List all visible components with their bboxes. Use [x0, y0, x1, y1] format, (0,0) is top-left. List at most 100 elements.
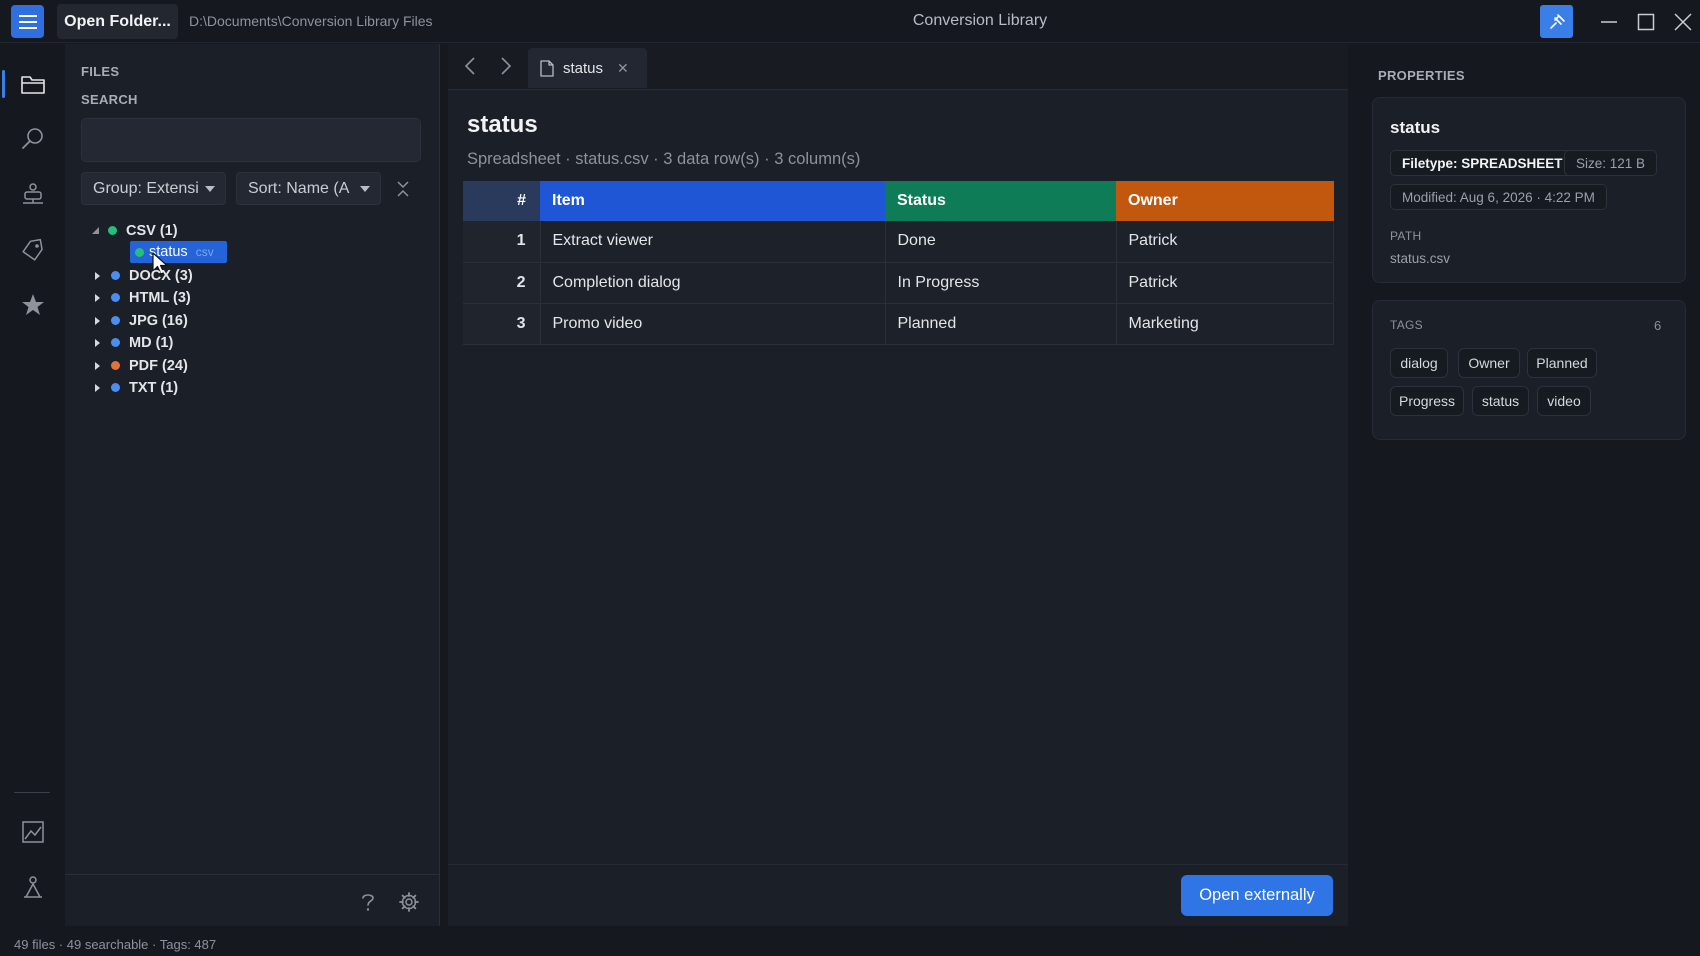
tree-group-html[interactable]: HTML (3) [95, 287, 191, 308]
tag-chip[interactable]: dialog [1390, 348, 1448, 378]
activity-divider [14, 792, 50, 793]
table-header-row: # Item Status Owner [463, 181, 1334, 221]
table-cell[interactable]: Done [885, 221, 1117, 263]
hamburger-icon [18, 14, 37, 29]
pin-button[interactable] [1540, 5, 1573, 38]
md-color-dot [111, 338, 120, 347]
tags-count: 6 [1654, 318, 1662, 333]
activity-gallery[interactable] [0, 807, 65, 857]
maximize-button[interactable] [1632, 8, 1660, 36]
chevron-left-icon [464, 57, 475, 75]
gear-icon [399, 892, 419, 912]
table-row: 2 Completion dialog In Progress Patrick [463, 262, 1334, 304]
settings-button[interactable] [397, 890, 421, 914]
table-cell[interactable]: Patrick [1116, 221, 1334, 263]
search-icon [21, 128, 43, 149]
editor-area [448, 44, 1348, 926]
docx-color-dot [111, 271, 120, 280]
collapse-icon [397, 181, 409, 197]
activity-search[interactable] [0, 114, 65, 164]
collapse-all-button[interactable] [392, 178, 414, 200]
table-row: 3 Promo video Planned Marketing [463, 303, 1334, 345]
tree-item-status[interactable]: status csv [130, 241, 227, 263]
folder-path: D:\Documents\Conversion Library Files [189, 13, 433, 29]
collapsed-icon [95, 338, 100, 347]
table-cell[interactable]: Planned [885, 303, 1117, 345]
tree-group-label: CSV (1) [126, 222, 178, 239]
csv-color-dot [135, 247, 144, 257]
close-window-button[interactable] [1669, 8, 1697, 36]
tab-label: status [563, 59, 604, 77]
pin-icon [1549, 13, 1565, 29]
tree-group-txt[interactable]: TXT (1) [95, 377, 178, 398]
status-text: 49 files · 49 searchable · Tags: 487 [14, 937, 217, 952]
editor-footer-divider [448, 864, 1348, 865]
properties-section-label: PROPERTIES [1378, 68, 1465, 83]
minimize-button[interactable] [1595, 8, 1623, 36]
tree-group-md[interactable]: MD (1) [95, 332, 173, 353]
filetype-badge: Filetype: SPREADSHEET [1390, 150, 1575, 176]
tag-chip[interactable]: Progress [1390, 386, 1464, 416]
help-button[interactable] [356, 890, 380, 914]
tree-group-jpg[interactable]: JPG (16) [95, 310, 188, 331]
tree-group-label: TXT (1) [129, 379, 179, 396]
table-cell[interactable]: Promo video [540, 303, 886, 345]
table-cell[interactable]: Marketing [1116, 303, 1334, 345]
table-cell[interactable]: Patrick [1116, 262, 1334, 304]
column-header-item[interactable]: Item [540, 181, 885, 221]
size-badge: Size: 121 B [1564, 150, 1658, 176]
tree-group-csv[interactable]: CSV (1) [92, 220, 178, 241]
app-title: Conversion Library [912, 12, 1048, 29]
tree-group-docx[interactable]: DOCX (3) [95, 265, 193, 286]
tag-chip[interactable]: video [1537, 386, 1591, 416]
menu-button[interactable] [11, 5, 44, 38]
table-row: 1 Extract viewer Done Patrick [463, 221, 1334, 263]
tab-close-icon[interactable]: ✕ [617, 60, 629, 77]
tree-group-label: MD (1) [129, 334, 174, 351]
forward-button[interactable] [494, 54, 518, 78]
tree-group-label: PDF (24) [129, 357, 188, 374]
tag-chip[interactable]: Planned [1527, 348, 1597, 378]
search-input[interactable] [81, 118, 421, 162]
sort-select-value: Sort: Name (A [248, 179, 350, 197]
activity-tags[interactable] [0, 225, 65, 275]
collapsed-icon [95, 316, 100, 325]
open-folder-button[interactable]: Open Folder... [57, 4, 178, 39]
table-cell[interactable]: Completion dialog [540, 262, 886, 304]
pdf-color-dot [111, 361, 120, 370]
csv-color-dot [108, 226, 117, 235]
tag-chip[interactable]: status [1472, 386, 1529, 416]
path-label: PATH [1390, 229, 1422, 243]
activity-conversion[interactable] [0, 169, 65, 219]
help-icon [362, 894, 374, 911]
document-title: status [467, 111, 538, 138]
table-cell[interactable]: In Progress [885, 262, 1117, 304]
activity-files[interactable] [0, 59, 65, 109]
close-icon [1674, 13, 1692, 31]
properties-title: status [1390, 118, 1441, 137]
collapsed-icon [95, 271, 100, 280]
sidebar-footer-divider [65, 874, 439, 875]
spreadsheet-table: # Item Status Owner 1 Extract viewer Don… [463, 181, 1334, 345]
chevron-down-icon [205, 186, 215, 192]
tree-group-label: DOCX (3) [129, 267, 193, 284]
table-cell[interactable]: Extract viewer [540, 221, 886, 263]
modified-badge: Modified: Aug 6, 2026 · 4:22 PM [1390, 184, 1607, 210]
jpg-color-dot [111, 316, 120, 325]
column-header-status[interactable]: Status [885, 181, 1116, 221]
tag-chip[interactable]: Owner [1458, 348, 1520, 378]
activity-favorites[interactable] [0, 280, 65, 330]
chevron-right-icon [501, 57, 512, 75]
column-header-owner[interactable]: Owner [1116, 181, 1334, 221]
folder-icon [20, 76, 45, 94]
tree-group-label: HTML (3) [129, 289, 191, 306]
group-select[interactable]: Group: Extensi [81, 172, 226, 205]
txt-color-dot [111, 383, 120, 392]
sort-select[interactable]: Sort: Name (A [236, 172, 381, 205]
open-externally-button[interactable]: Open externally [1181, 875, 1333, 916]
column-header-index[interactable]: # [463, 181, 540, 221]
back-button[interactable] [458, 54, 482, 78]
tab-status[interactable]: status ✕ [528, 48, 647, 88]
tree-group-pdf[interactable]: PDF (24) [95, 355, 188, 376]
activity-account[interactable] [0, 862, 65, 912]
